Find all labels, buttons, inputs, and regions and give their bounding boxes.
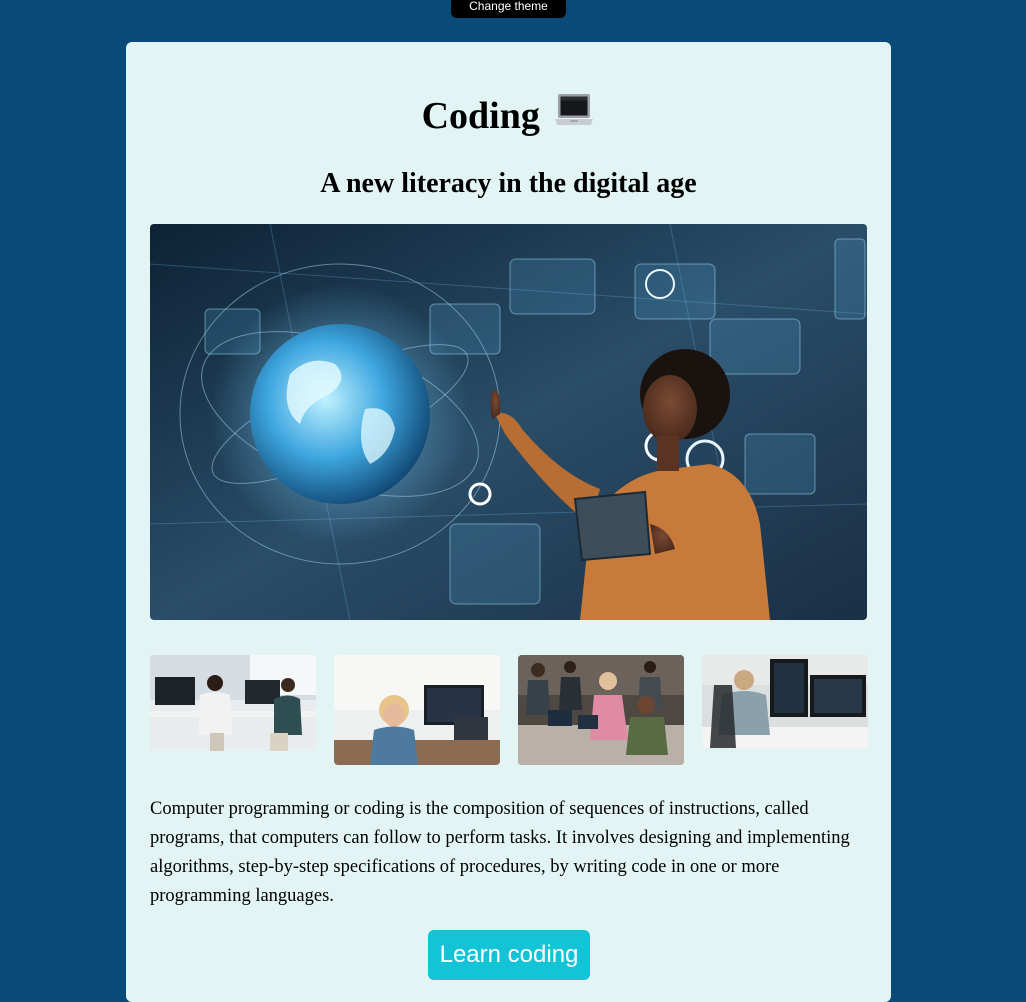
thumbnail-group-workspace[interactable] [518,655,684,765]
change-theme-button[interactable]: Change theme [451,0,566,18]
hero-image [150,224,867,620]
laptop-icon [555,94,594,125]
thumbnail-office-team[interactable] [150,655,316,751]
thumbnail-developer-monitors[interactable] [702,655,868,748]
description-text: Computer programming or coding is the co… [150,799,850,906]
title-text: Coding [421,95,540,137]
page-subtitle: A new literacy in the digital age [320,168,697,199]
content-card: Coding A new literacy in the digital age [126,42,891,1002]
learn-coding-button[interactable]: Learn coding [428,930,590,980]
thumbnail-smiling-coder[interactable] [334,655,500,765]
page-title: Coding [126,92,891,140]
